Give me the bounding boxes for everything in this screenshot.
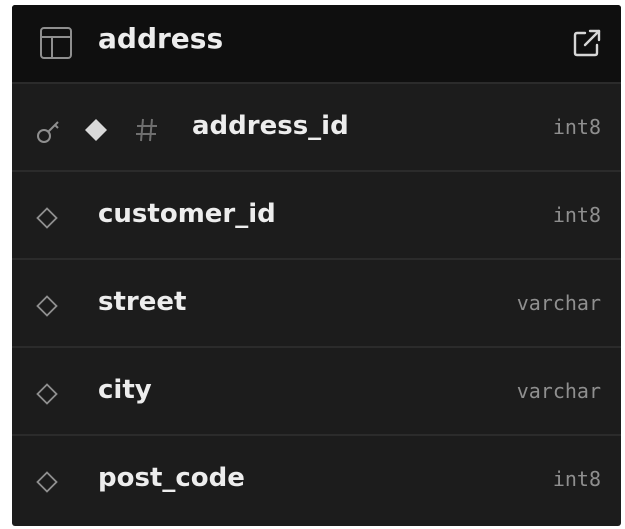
column-row-customer-id[interactable]: customer_id int8: [12, 170, 621, 258]
external-link-icon[interactable]: [571, 27, 603, 59]
column-row-city[interactable]: city varchar: [12, 346, 621, 434]
filled-diamond-icon: [85, 119, 107, 141]
column-row-post-code[interactable]: post_code int8: [12, 434, 621, 522]
hash-icon: [136, 118, 157, 142]
column-type: int8: [552, 203, 601, 227]
column-row-address-id[interactable]: address_id int8: [12, 82, 621, 170]
table-icon: [40, 27, 72, 59]
column-name: city: [98, 375, 152, 405]
column-type: int8: [552, 467, 601, 491]
column-type: int8: [552, 115, 601, 139]
column-name: address_id: [192, 111, 349, 141]
key-icon: [37, 121, 59, 143]
hollow-diamond-icon: [36, 383, 58, 405]
column-name: customer_id: [98, 199, 276, 229]
column-row-street[interactable]: street varchar: [12, 258, 621, 346]
schema-table-card: address address_id int8 customer_id int8…: [12, 5, 621, 526]
column-type: varchar: [516, 291, 601, 315]
table-header: address: [12, 5, 621, 82]
column-type: varchar: [516, 379, 601, 403]
table-name: address: [98, 22, 224, 55]
column-name: street: [98, 287, 187, 317]
hollow-diamond-icon: [36, 471, 58, 493]
column-name: post_code: [98, 463, 245, 493]
hollow-diamond-icon: [36, 207, 58, 229]
hollow-diamond-icon: [36, 295, 58, 317]
